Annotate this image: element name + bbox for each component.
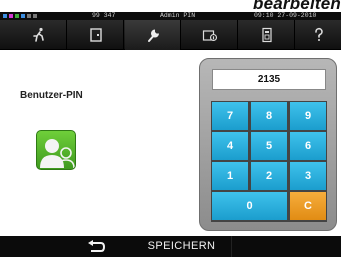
key-2[interactable]: 2 [251,162,287,190]
program-icon [32,27,44,42]
key-6[interactable]: 6 [290,132,326,160]
key-8[interactable]: 8 [251,102,287,130]
keypad-area: 7 8 9 4 5 6 1 2 3 0 C [211,101,327,222]
door-icon [89,28,102,42]
key-9[interactable]: 9 [290,102,326,130]
clear-key[interactable]: C [290,192,326,220]
keypad-device-icon [261,27,272,43]
nav-bar [0,20,341,50]
user-avatar-icon [36,130,76,170]
pin-keypad: 2135 7 8 9 4 5 6 1 2 3 0 C [199,58,337,231]
key-3[interactable]: 3 [290,162,326,190]
bottom-bar: SPEICHERN [0,236,341,257]
status-datetime: 09:10 27-09-2010 [254,12,317,19]
key-1[interactable]: 1 [212,162,248,190]
tab-door[interactable] [68,20,124,50]
help-icon [314,27,323,41]
tab-settings[interactable] [125,20,181,50]
key-4[interactable]: 4 [212,132,248,160]
tab-device-keypad[interactable] [239,20,295,50]
status-bar: 99 347 Admin PIN 09:10 27-09-2010 [0,12,341,20]
wrench-icon [147,29,159,42]
back-button[interactable] [76,236,116,257]
save-button[interactable]: SPEICHERN [132,236,232,257]
key-0[interactable]: 0 [212,192,287,220]
tab-program[interactable] [11,20,67,50]
info-device-icon [202,30,217,42]
status-user: Admin PIN [160,12,196,19]
pin-label: Benutzer-PIN [20,90,83,101]
tab-device-info[interactable] [182,20,238,50]
tab-help[interactable] [296,20,341,50]
back-arrow-icon [88,239,106,252]
status-value: 99 347 [92,12,116,19]
key-7[interactable]: 7 [212,102,248,130]
key-5[interactable]: 5 [251,132,287,160]
status-indicators [3,14,37,18]
device-screen: 99 347 Admin PIN 09:10 27-09-2010 Benutz… [0,12,341,257]
pin-display[interactable]: 2135 [212,69,326,90]
